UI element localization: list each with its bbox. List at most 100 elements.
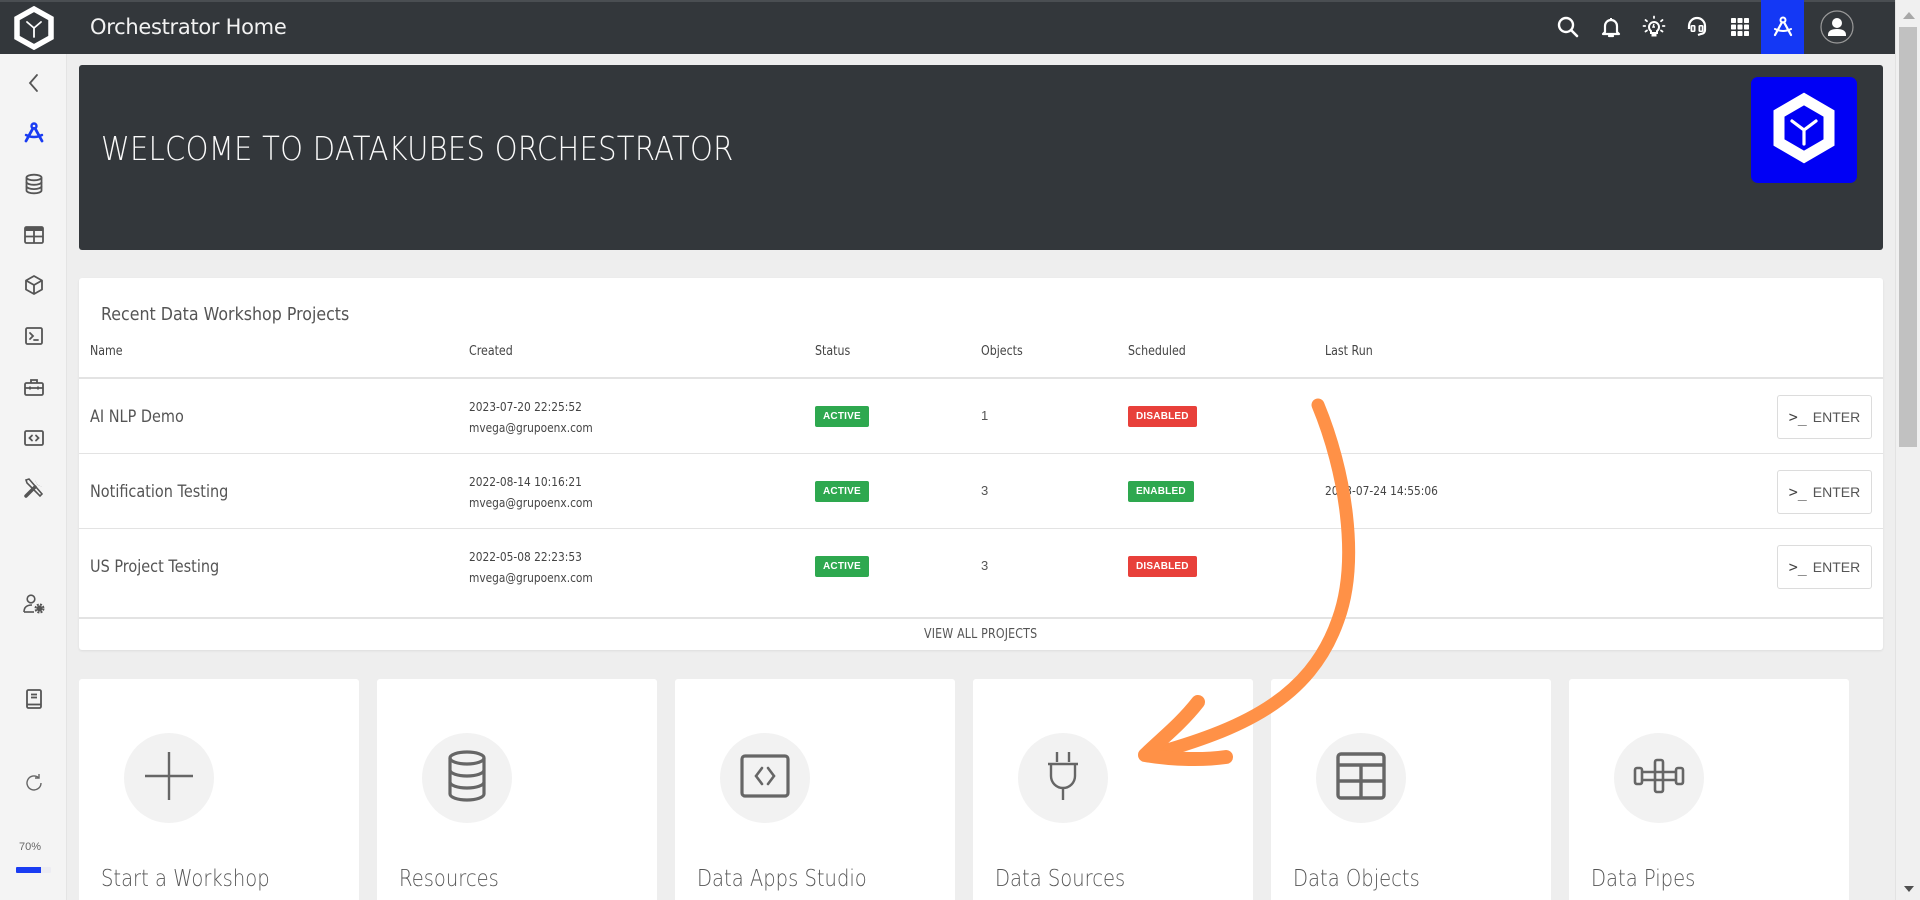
sidebar-item-refresh[interactable] [0, 765, 67, 805]
chevron-left-icon [22, 71, 46, 100]
view-all-projects-button[interactable]: VIEW ALL PROJECTS [79, 618, 1883, 650]
tile-data-objects[interactable]: Data Objects [1271, 679, 1551, 900]
recent-projects-title: Recent Data Workshop Projects [101, 304, 350, 325]
tile-label: Data Objects [1293, 866, 1420, 892]
sidebar-item-tools[interactable] [0, 470, 67, 510]
last-run: 2023-07-24 14:55:06 [1325, 483, 1438, 498]
welcome-heading: WELCOME TO DATAKUBES ORCHESTRATOR [101, 129, 734, 168]
terminal-prompt-icon: >_ [1788, 408, 1807, 426]
book-icon [22, 687, 46, 716]
sidebar-item-toolbox[interactable] [0, 369, 67, 409]
datakubes-brand-logo-icon [1751, 77, 1857, 183]
scroll-up-arrow-icon[interactable] [1903, 12, 1915, 19]
sidebar-item-packages[interactable] [0, 267, 67, 307]
project-name[interactable]: AI NLP Demo [90, 407, 184, 427]
status-badge: ACTIVE [815, 406, 869, 427]
table-row: AI NLP Demo 2023-07-20 22:25:52 mvega@gr… [79, 379, 1883, 454]
compass-drafting-icon [22, 121, 46, 150]
sidebar-item-collapse[interactable] [0, 65, 67, 105]
search-icon[interactable] [1546, 0, 1589, 54]
column-header-last-run: Last Run [1325, 344, 1373, 359]
user-avatar-icon[interactable] [1804, 0, 1870, 54]
enter-button[interactable]: >_ ENTER [1777, 470, 1872, 514]
project-created: 2022-08-14 10:16:21 mvega@grupoenx.com [469, 471, 593, 513]
top-bar: Orchestrator Home [0, 0, 1895, 54]
enter-button[interactable]: >_ ENTER [1777, 395, 1872, 439]
sidebar: 70% [0, 54, 67, 900]
sidebar-item-documentation[interactable] [0, 681, 67, 721]
tile-label: Resources [399, 866, 499, 892]
tile-data-apps-studio[interactable]: Data Apps Studio [675, 679, 955, 900]
scheduled-badge: DISABLED [1128, 556, 1197, 577]
view-all-label: VIEW ALL PROJECTS [924, 627, 1038, 642]
code-icon [737, 748, 793, 809]
toolbox-icon [22, 375, 46, 404]
enter-button[interactable]: >_ ENTER [1777, 545, 1872, 589]
top-bar-actions [1546, 0, 1895, 54]
tile-resources[interactable]: Resources [377, 679, 657, 900]
welcome-banner: WELCOME TO DATAKUBES ORCHESTRATOR [79, 65, 1883, 250]
zoom-level-bar [16, 867, 51, 873]
plug-icon [1035, 748, 1091, 809]
sidebar-item-user-settings[interactable] [0, 586, 67, 626]
scroll-down-arrow-icon[interactable] [1904, 886, 1914, 892]
tile-data-pipes[interactable]: Data Pipes [1569, 679, 1849, 900]
column-header-created: Created [469, 344, 513, 359]
objects-count: 3 [981, 558, 989, 573]
page-scrollbar[interactable] [1895, 0, 1920, 900]
bell-icon[interactable] [1589, 0, 1632, 54]
project-created: 2022-05-08 22:23:53 mvega@grupoenx.com [469, 546, 593, 588]
scheduled-badge: ENABLED [1128, 481, 1194, 502]
project-name[interactable]: US Project Testing [90, 557, 219, 577]
datakubes-logo-icon[interactable] [13, 5, 55, 51]
terminal-prompt-icon: >_ [1788, 558, 1807, 576]
table-row: Notification Testing 2022-08-14 10:16:21… [79, 454, 1883, 529]
scheduled-badge: DISABLED [1128, 406, 1197, 427]
tile-start-workshop[interactable]: Start a Workshop [79, 679, 359, 900]
enter-label: ENTER [1812, 484, 1861, 500]
sidebar-item-data-workshop[interactable] [0, 115, 67, 155]
refresh-icon [22, 771, 46, 800]
sidebar-item-terminal[interactable] [0, 318, 67, 358]
database-icon [439, 748, 495, 809]
created-date: 2023-07-20 22:25:52 [469, 399, 582, 414]
recent-projects-card: Recent Data Workshop Projects Name Creat… [79, 278, 1883, 650]
apps-grid-icon[interactable] [1718, 0, 1761, 54]
tile-label: Start a Workshop [101, 866, 270, 892]
column-header-objects: Objects [981, 344, 1023, 359]
compass-drafting-icon[interactable] [1761, 0, 1804, 54]
project-name[interactable]: Notification Testing [90, 482, 228, 502]
table-row: US Project Testing 2022-05-08 22:23:53 m… [79, 529, 1883, 618]
sidebar-item-data-apps[interactable] [0, 420, 67, 460]
tile-label: Data Apps Studio [697, 866, 867, 892]
column-header-status: Status [815, 344, 851, 359]
quick-access-tiles: Start a Workshop Resources Data Apps Stu… [79, 679, 1849, 900]
sidebar-item-resources[interactable] [0, 166, 67, 206]
terminal-prompt-icon: >_ [1788, 483, 1807, 501]
headset-icon[interactable] [1675, 0, 1718, 54]
database-icon [22, 172, 46, 201]
project-created: 2023-07-20 22:25:52 mvega@grupoenx.com [469, 396, 593, 438]
created-date: 2022-05-08 22:23:53 [469, 549, 582, 564]
column-header-scheduled: Scheduled [1128, 344, 1186, 359]
table-icon [22, 223, 46, 252]
scrollbar-thumb[interactable] [1899, 27, 1917, 447]
plus-icon [141, 748, 197, 809]
lightbulb-icon[interactable] [1632, 0, 1675, 54]
status-badge: ACTIVE [815, 481, 869, 502]
tools-icon [22, 476, 46, 505]
table-icon [1333, 748, 1389, 809]
objects-count: 3 [981, 483, 989, 498]
enter-label: ENTER [1812, 409, 1861, 425]
sidebar-item-data-objects[interactable] [0, 217, 67, 257]
created-by: mvega@grupoenx.com [469, 420, 593, 435]
column-header-name: Name [90, 344, 123, 359]
created-date: 2022-08-14 10:16:21 [469, 474, 582, 489]
enter-label: ENTER [1812, 559, 1861, 575]
objects-count: 1 [981, 408, 989, 423]
tile-label: Data Pipes [1591, 866, 1696, 892]
code-icon [22, 426, 46, 455]
tile-data-sources[interactable]: Data Sources [973, 679, 1253, 900]
pipe-icon [1631, 748, 1687, 809]
status-badge: ACTIVE [815, 556, 869, 577]
